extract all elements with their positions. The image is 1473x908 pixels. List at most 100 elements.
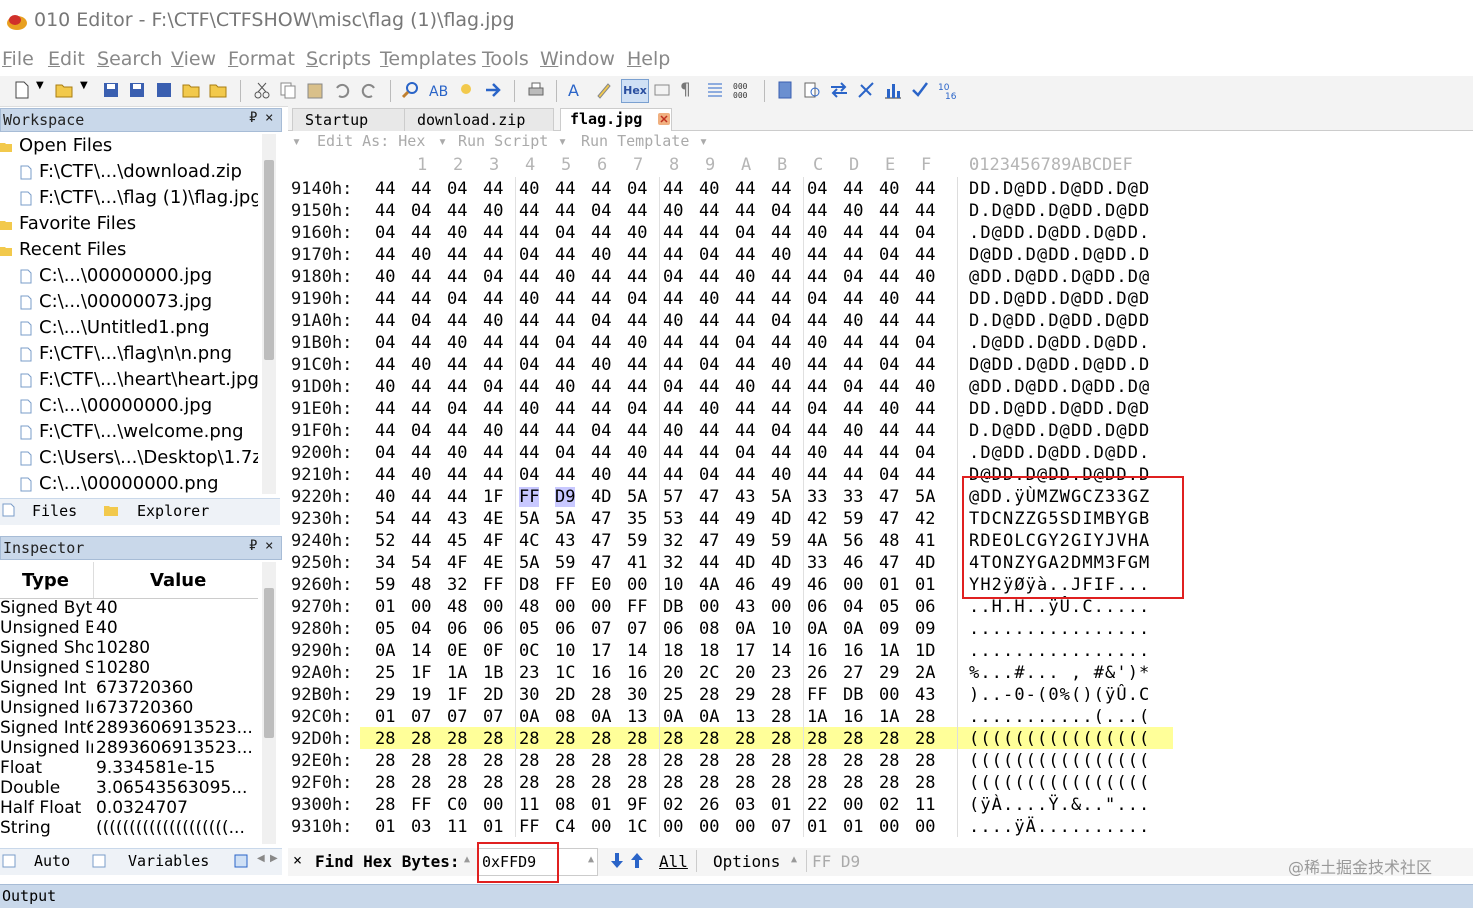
hex-byte[interactable]: 44	[699, 509, 719, 529]
hex-byte[interactable]: 4F	[447, 553, 467, 573]
hex-byte[interactable]: 44	[483, 465, 503, 485]
address-mode-icon[interactable]: 000000	[732, 80, 752, 100]
hex-byte[interactable]: 28	[591, 751, 611, 771]
hex-byte[interactable]: 40	[627, 333, 647, 353]
hex-byte[interactable]: 22	[807, 795, 827, 815]
find-history-dropdown-icon[interactable]: ▲	[588, 854, 594, 865]
hex-byte[interactable]: 44	[591, 399, 611, 419]
hex-byte[interactable]: 06	[915, 597, 935, 617]
hex-byte[interactable]: 05	[519, 619, 539, 639]
hex-byte[interactable]: 40	[735, 267, 755, 287]
hex-byte[interactable]: 04	[555, 333, 575, 353]
hex-byte[interactable]: 28	[699, 773, 719, 793]
hex-byte[interactable]: 32	[447, 575, 467, 595]
hex-byte[interactable]: 44	[843, 245, 863, 265]
hex-byte[interactable]: 28	[627, 751, 647, 771]
find-next-arrow-icon[interactable]	[610, 852, 624, 869]
hex-byte[interactable]: 44	[411, 289, 431, 309]
hex-byte[interactable]: 40	[591, 465, 611, 485]
hex-byte[interactable]: 44	[915, 421, 935, 441]
hex-byte[interactable]: 01	[771, 795, 791, 815]
menu-file[interactable]: File	[2, 48, 34, 70]
hex-byte[interactable]: 40	[663, 421, 683, 441]
hex-byte[interactable]: 44	[627, 245, 647, 265]
hex-byte[interactable]: 28	[519, 751, 539, 771]
hex-byte[interactable]: 54	[375, 509, 395, 529]
hex-byte[interactable]: 44	[555, 399, 575, 419]
hex-byte[interactable]: 08	[555, 707, 575, 727]
hex-byte[interactable]: 44	[591, 377, 611, 397]
hex-byte[interactable]: 44	[627, 311, 647, 331]
hex-byte[interactable]: 1B	[483, 663, 503, 683]
pin-icon[interactable]: ₽	[249, 110, 257, 126]
hex-byte[interactable]: 46	[735, 575, 755, 595]
hex-byte[interactable]: 1D	[915, 641, 935, 661]
hex-byte[interactable]: C4	[555, 817, 575, 837]
hex-byte[interactable]: 04	[699, 465, 719, 485]
hex-byte[interactable]: 04	[663, 377, 683, 397]
hex-byte[interactable]: 44	[411, 509, 431, 529]
byte-order-icon[interactable]	[652, 80, 672, 100]
hex-byte[interactable]: 44	[411, 443, 431, 463]
hex-byte[interactable]: 04	[591, 421, 611, 441]
hex-byte[interactable]: 04	[591, 201, 611, 221]
hex-byte[interactable]: 28	[663, 751, 683, 771]
hex-byte[interactable]: 04	[375, 443, 395, 463]
hex-byte[interactable]: 44	[735, 399, 755, 419]
hex-byte[interactable]: 1A	[807, 707, 827, 727]
hex-byte[interactable]: 44	[807, 421, 827, 441]
hex-row[interactable]: 9300h: 28 FF C0 00 11 08 01 9F 02 26 03 01 22 00 02 11 (ÿ…	[288, 793, 1473, 815]
show-whitespace-icon[interactable]: ¶	[680, 80, 700, 100]
hex-byte[interactable]: 02	[879, 795, 899, 815]
hex-byte[interactable]: 27	[843, 663, 863, 683]
hex-byte[interactable]: 04	[771, 311, 791, 331]
hex-byte[interactable]: 40	[555, 267, 575, 287]
hex-ascii[interactable]: DD.D@DD.D@DD.D@D	[969, 179, 1150, 199]
hex-byte[interactable]: 33	[807, 487, 827, 507]
hex-byte[interactable]: 44	[447, 245, 467, 265]
hex-byte[interactable]: 0A	[375, 641, 395, 661]
run-script-button[interactable]: Run Script	[458, 132, 548, 150]
hex-byte[interactable]: 44	[843, 289, 863, 309]
close-icon[interactable]: ×	[265, 538, 273, 554]
hex-byte[interactable]: 44	[915, 311, 935, 331]
hex-byte[interactable]: 44	[879, 267, 899, 287]
hex-byte[interactable]: 44	[627, 377, 647, 397]
hex-byte[interactable]: 10	[663, 575, 683, 595]
hex-byte[interactable]: 44	[879, 311, 899, 331]
hex-byte[interactable]: 28	[375, 773, 395, 793]
hex-byte[interactable]: 23	[771, 663, 791, 683]
hex-byte[interactable]: 44	[519, 333, 539, 353]
hex-byte[interactable]: 44	[735, 355, 755, 375]
hex-byte[interactable]: 04	[915, 443, 935, 463]
hex-byte[interactable]: 40	[843, 421, 863, 441]
hex-byte[interactable]: 04	[555, 223, 575, 243]
hex-byte[interactable]: 33	[807, 553, 827, 573]
inspector-row[interactable]: Unsigned Int642893606913523...	[0, 738, 258, 758]
hex-byte[interactable]: 40	[519, 179, 539, 199]
hex-byte[interactable]: 44	[771, 223, 791, 243]
tab-close-icon[interactable]	[658, 113, 670, 125]
hex-byte[interactable]: 40	[447, 223, 467, 243]
hex-byte[interactable]: 44	[663, 355, 683, 375]
hex-byte[interactable]: 59	[771, 531, 791, 551]
hex-row[interactable]: 9230h: 54 44 43 4E 5A 5A 47 35 53 44 49 4D 42 59 47 42 TD…	[288, 507, 1473, 529]
hex-byte[interactable]: 46	[843, 553, 863, 573]
hex-byte[interactable]: 04	[411, 201, 431, 221]
hex-byte[interactable]: 44	[771, 443, 791, 463]
hex-byte[interactable]: 01	[915, 575, 935, 595]
hex-byte[interactable]: 28	[555, 751, 575, 771]
hex-byte[interactable]: 0F	[483, 641, 503, 661]
hex-byte[interactable]: 44	[843, 179, 863, 199]
hex-byte[interactable]: 4D	[771, 509, 791, 529]
hex-byte[interactable]: 44	[699, 333, 719, 353]
hex-byte[interactable]: 0E	[447, 641, 467, 661]
hex-byte[interactable]: 44	[879, 443, 899, 463]
new-file-icon[interactable]	[12, 80, 32, 100]
hex-byte[interactable]: 52	[375, 531, 395, 551]
hex-byte[interactable]: 04	[915, 223, 935, 243]
hex-ascii[interactable]: (ÿÀ....Ÿ.&.."...	[969, 795, 1150, 815]
hex-byte[interactable]: 44	[663, 465, 683, 485]
hex-byte[interactable]: 28	[879, 729, 899, 749]
calculator-icon[interactable]	[775, 80, 795, 100]
